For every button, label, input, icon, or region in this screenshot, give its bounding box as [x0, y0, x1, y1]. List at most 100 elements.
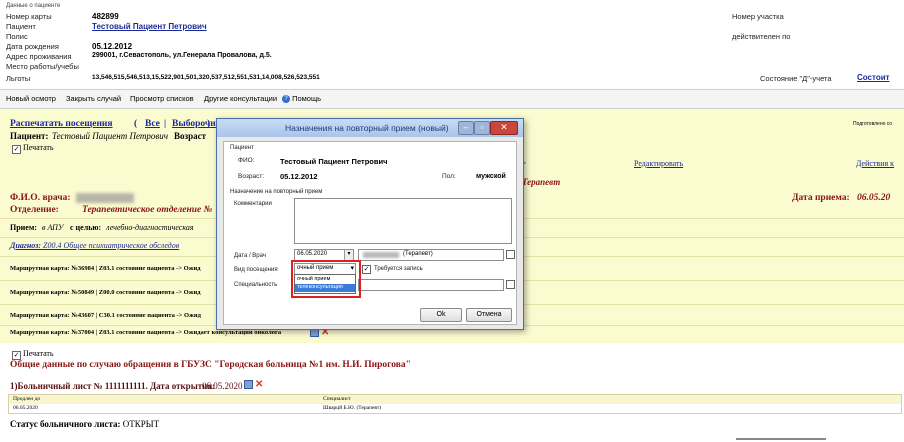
- maximize-icon[interactable]: ▫: [474, 121, 490, 135]
- print-visits-link[interactable]: Распечатать посещения: [10, 119, 113, 129]
- filter-all-link[interactable]: Все: [145, 119, 160, 129]
- col-extended-to: Продлен до: [13, 396, 41, 402]
- address-label: Адрес проживания: [6, 52, 72, 61]
- record-required-checkbox[interactable]: ✓: [362, 265, 371, 274]
- ok-button[interactable]: Ok: [420, 308, 462, 322]
- col-specialist: Специалист: [323, 396, 351, 402]
- sick-list-status-label: Статус больничного листа:: [10, 419, 121, 429]
- benefits-label: Льготы: [6, 74, 31, 83]
- patient-label: Пациент: [6, 22, 36, 31]
- patient-panel: Данные о пациенте Номер карты 482899 Пац…: [0, 0, 904, 88]
- repeat-visit-dialog: Назначения на повторный прием (новый) – …: [216, 118, 524, 330]
- dialog-body: Пациент ФИО: Тестовый Пациент Петрович В…: [223, 141, 517, 325]
- print-checkbox-row[interactable]: ✓ Печатать: [12, 143, 54, 154]
- actions-link[interactable]: Действия к: [856, 159, 894, 168]
- age-label: Возраст:: [238, 173, 265, 180]
- main-age-label: Возраст: [174, 131, 207, 141]
- card-value: 482899: [92, 12, 119, 21]
- reception-goal: лечебно-диагностическая: [106, 223, 194, 232]
- table-row: 06.05.2020 Шварцй Б.Ю. (Терапевт): [8, 404, 902, 414]
- sick-list-status: Статус больничного листа: ОТКРЫТ: [10, 419, 159, 429]
- diagnosis-value: Z00.4 Общее психиатрическое обследов: [43, 241, 180, 250]
- cancel-button[interactable]: Отмена: [466, 308, 512, 322]
- doctor-label: Ф.И.О. врача:: [10, 193, 71, 203]
- record-required-label: Требуется запись: [374, 266, 423, 272]
- help-label: Помощь: [292, 94, 322, 103]
- fio-value: Тестовый Пациент Петрович: [280, 157, 388, 166]
- main-patient-label: Пациент:: [10, 131, 49, 141]
- address-value: 299001, г.Севастополь, ул.Генерала Прова…: [92, 52, 272, 59]
- comments-label: Комментарии: [234, 201, 272, 207]
- work-label: Место работы/учебы: [6, 62, 79, 71]
- horizontal-scrollbar[interactable]: [736, 438, 826, 440]
- doctor-name-redacted: [76, 193, 134, 203]
- dialog-titlebar[interactable]: Назначения на повторный прием (новый) – …: [217, 119, 523, 137]
- filter-divider: |: [164, 119, 167, 129]
- route-card-4: Маршрутная карта: №37004 | Z03.1 состоян…: [10, 329, 282, 336]
- dispensary-status-link[interactable]: Состоит: [857, 73, 890, 82]
- general-data-title: Общие данные по случаю обращения в ГБУЗС…: [10, 360, 411, 370]
- fio-label: ФИО:: [238, 157, 255, 164]
- specialty-label: Специальность: [234, 282, 278, 288]
- patient-section-title: Данные о пациенте: [6, 3, 61, 9]
- age-value: 05.12.2012: [280, 172, 318, 181]
- sex-value: мужской: [476, 173, 506, 180]
- visit-date-label: Дата приема:: [792, 193, 850, 203]
- other-consultations-button[interactable]: Другие консультации: [204, 94, 277, 103]
- doctor-name-redacted: [363, 252, 399, 258]
- valid-label: действителен по: [732, 32, 791, 41]
- help-icon: ?: [282, 95, 290, 104]
- highlight-frame: [291, 260, 361, 298]
- sick-list-date: 06.05.2020: [202, 381, 243, 391]
- sick-list-status-value: ОТКРЫТ: [122, 419, 160, 429]
- specialty-select[interactable]: [358, 279, 504, 291]
- edit-icon[interactable]: [244, 380, 253, 389]
- case-print-label: Печатать: [23, 349, 54, 358]
- filter-bracket-close: ): [207, 119, 211, 129]
- doctor-select[interactable]: (Терапевт): [358, 249, 504, 261]
- benefits-value: 13,546,515,546,513,15,522,901,501,320,53…: [92, 74, 320, 81]
- filter-selected-link[interactable]: Выборочно: [172, 119, 221, 129]
- case-summary: ✓ Печатать Общие данные по случаю обраще…: [0, 343, 904, 442]
- assign-group-title: Назначение на повторный прием: [230, 189, 323, 195]
- dialog-title: Назначения на повторный прием (новый): [285, 123, 449, 133]
- case-print-row[interactable]: ✓ Печатать: [12, 349, 54, 360]
- policy-label: Полис: [6, 32, 28, 41]
- diagnosis-label: Диагноз:: [10, 241, 41, 250]
- reception-goal-label: с целью:: [70, 223, 102, 232]
- birth-value: 05.12.2012: [92, 42, 133, 51]
- view-lists-button[interactable]: Просмотр списков: [130, 94, 194, 103]
- dept-value: Терапевтическое отделение №: [82, 205, 213, 215]
- visit-date-value: 06.05.20: [857, 193, 891, 203]
- minimize-icon[interactable]: –: [458, 121, 474, 135]
- card-label: Номер карты: [6, 12, 52, 21]
- doctor-check[interactable]: [506, 250, 515, 259]
- patient-link[interactable]: Тестовый Пациент Петрович: [92, 22, 207, 31]
- birth-label: Дата рождения: [6, 42, 59, 51]
- dispensary-status-label: Состояние "Д"-учета: [760, 74, 832, 83]
- calendar-icon[interactable]: ▾: [344, 250, 353, 260]
- specialty-check[interactable]: [506, 280, 515, 289]
- route-card-1: Маршрутная карта: №36984 | Z03.1 состоян…: [10, 265, 201, 272]
- sick-list-actions: ✕: [244, 379, 263, 390]
- close-case-button[interactable]: Закрыть случай: [66, 94, 121, 103]
- case-print-checkbox[interactable]: ✓: [12, 351, 21, 360]
- sex-label: Пол:: [442, 173, 456, 180]
- edit-link[interactable]: Редактировать: [634, 159, 683, 168]
- help-button[interactable]: ? Помощь: [282, 94, 322, 104]
- route-card-2: Маршрутная карта: №50849 | Z00.0 состоян…: [10, 289, 201, 296]
- print-checkbox[interactable]: ✓: [12, 145, 21, 154]
- print-checkbox-label: Печатать: [23, 143, 54, 152]
- cell-specialist: Шварцй Б.Ю. (Терапевт): [323, 405, 382, 411]
- comments-textarea[interactable]: [294, 198, 512, 244]
- filter-bracket-open: (: [134, 119, 138, 129]
- main-patient-value: Тестовый Пациент Петрович: [52, 131, 169, 141]
- delete-icon[interactable]: ✕: [255, 379, 263, 390]
- prepared-note: Подготовлено со: [853, 121, 893, 127]
- toolbar: Новый осмотр Закрыть случай Просмотр спи…: [0, 89, 904, 109]
- area-label: Номер участка: [732, 12, 784, 21]
- sick-list-title: 1)Больничный лист № 1111111111. Дата отк…: [10, 381, 216, 391]
- close-icon[interactable]: ✕: [490, 121, 518, 135]
- new-exam-button[interactable]: Новый осмотр: [6, 94, 56, 103]
- route-card-3: Маршрутная карта: №43607 | C30.1 состоян…: [10, 312, 201, 319]
